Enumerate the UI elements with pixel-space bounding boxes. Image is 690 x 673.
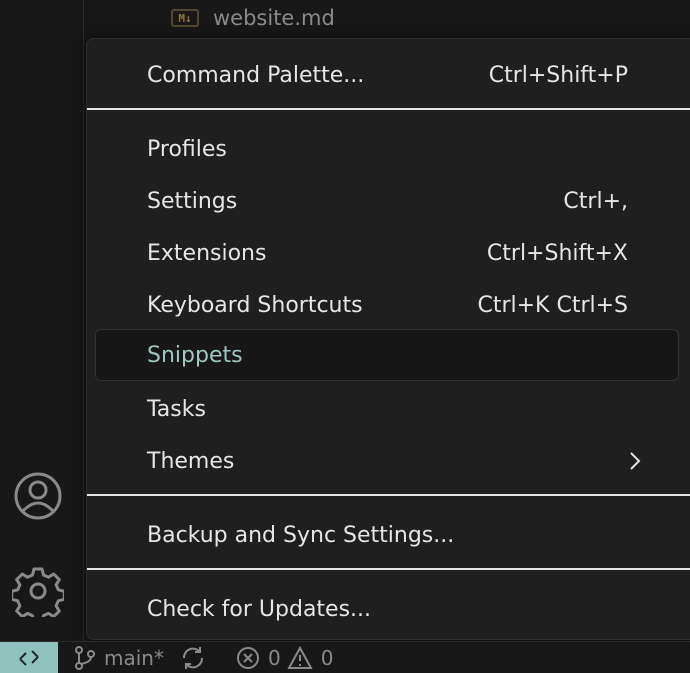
- menu-item-snippets[interactable]: Snippets: [95, 329, 679, 381]
- activity-bar: [0, 0, 84, 641]
- menu-item-tasks[interactable]: Tasks: [95, 383, 679, 435]
- menu-item-profiles[interactable]: Profiles: [95, 123, 679, 175]
- menu-item-command-palette[interactable]: Command Palette... Ctrl+Shift+P: [95, 49, 679, 101]
- menu-item-shortcut: Ctrl+K Ctrl+S: [477, 292, 628, 318]
- sync-icon[interactable]: [180, 642, 206, 673]
- menu-item-label: Snippets: [147, 342, 243, 368]
- explorer-file-item[interactable]: M↓ website.md: [171, 0, 335, 36]
- warning-icon: [287, 646, 313, 669]
- branch-status[interactable]: main*: [74, 642, 164, 673]
- menu-item-label: Keyboard Shortcuts: [147, 292, 363, 318]
- remote-icon[interactable]: [0, 642, 58, 673]
- menu-item-label: Profiles: [147, 136, 227, 162]
- branch-name: main*: [104, 646, 164, 670]
- menu-separator: [87, 494, 690, 496]
- status-bar: main* 0 0: [0, 641, 690, 673]
- gear-icon[interactable]: [12, 565, 64, 617]
- menu-separator: [87, 108, 690, 110]
- error-icon: [237, 647, 259, 669]
- menu-item-extensions[interactable]: Extensions Ctrl+Shift+X: [95, 227, 679, 279]
- menu-item-shortcut: Ctrl+Shift+X: [486, 240, 628, 266]
- menu-item-themes[interactable]: Themes: [95, 435, 679, 487]
- menu-item-label: Themes: [147, 448, 235, 474]
- error-count: 0: [268, 646, 281, 670]
- menu-item-label: Extensions: [147, 240, 267, 266]
- menu-item-settings[interactable]: Settings Ctrl+,: [95, 175, 679, 227]
- file-name: website.md: [213, 6, 335, 30]
- git-branch-icon: [75, 646, 95, 670]
- menu-item-keyboard-shortcuts[interactable]: Keyboard Shortcuts Ctrl+K Ctrl+S: [95, 279, 679, 331]
- manage-context-menu: Command Palette... Ctrl+Shift+P Profiles…: [86, 38, 690, 640]
- menu-item-label: Check for Updates...: [147, 596, 372, 622]
- vscode-window: M↓ website.md Command Palette... Ctrl+Sh…: [0, 0, 690, 673]
- explorer-panel: M↓ website.md: [85, 0, 690, 40]
- menu-item-label: Command Palette...: [147, 62, 365, 88]
- warning-count: 0: [320, 646, 334, 670]
- accounts-icon[interactable]: [12, 470, 64, 522]
- menu-separator: [87, 568, 690, 570]
- menu-item-label: Backup and Sync Settings...: [147, 522, 455, 548]
- menu-item-check-updates[interactable]: Check for Updates...: [95, 583, 679, 635]
- menu-item-shortcut: Ctrl+,: [563, 188, 628, 214]
- markdown-file-icon: M↓: [171, 9, 199, 27]
- problems-status[interactable]: 0 0: [236, 642, 333, 673]
- menu-item-shortcut: Ctrl+Shift+P: [488, 62, 628, 88]
- chevron-right-icon: [630, 452, 641, 470]
- menu-item-backup-sync[interactable]: Backup and Sync Settings...: [95, 509, 679, 561]
- menu-item-label: Settings: [147, 188, 238, 214]
- menu-item-label: Tasks: [147, 396, 206, 422]
